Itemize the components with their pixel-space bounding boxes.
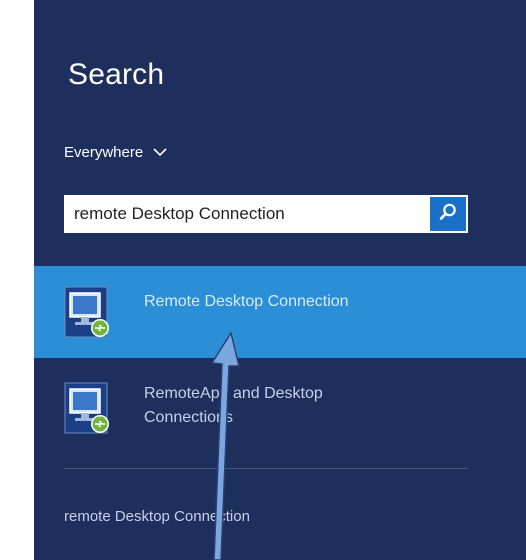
search-pane: Search Everywhere remote Desktop Connect… (34, 0, 526, 560)
search-icon (438, 202, 458, 227)
chevron-down-icon (153, 148, 167, 157)
search-input[interactable] (64, 195, 428, 233)
scope-dropdown[interactable]: Everywhere (64, 144, 167, 161)
result-remoteapp-desktop-connections[interactable]: RemoteApp and Desktop Connections (34, 362, 526, 454)
remote-desktop-app-icon (64, 284, 114, 340)
search-button[interactable] (430, 197, 466, 231)
search-box (64, 195, 468, 233)
search-title: Search (68, 58, 165, 91)
scope-label: Everywhere (64, 144, 144, 161)
result-remote-desktop-connection[interactable]: Remote Desktop Connection (34, 266, 526, 358)
result-label: Remote Desktop Connection (144, 293, 349, 310)
result-label: RemoteApp and Desktop Connections (144, 385, 323, 426)
remoteapp-desktop-icon (64, 380, 114, 436)
divider (64, 468, 468, 469)
suggestion-item[interactable]: remote Desktop Connection (64, 508, 250, 525)
